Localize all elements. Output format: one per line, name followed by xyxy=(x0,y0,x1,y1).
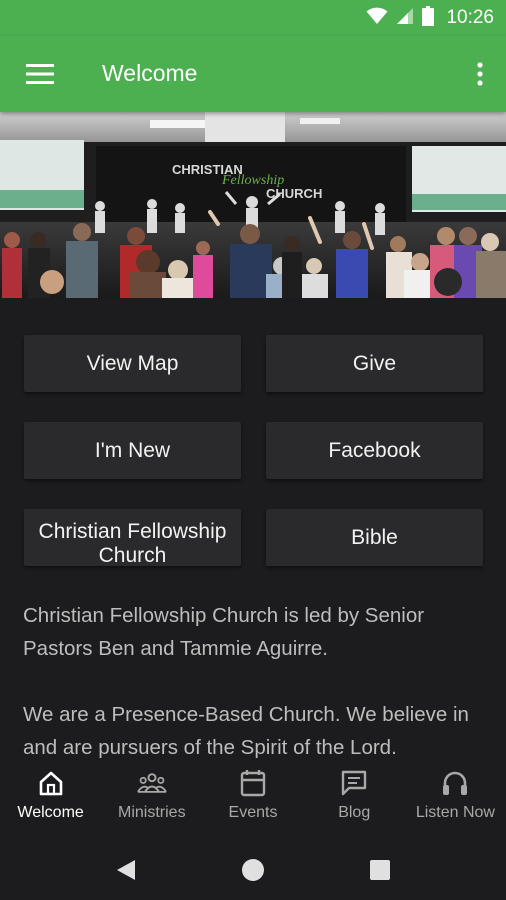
recents-icon[interactable] xyxy=(364,854,396,886)
nav-item-welcome[interactable]: Welcome xyxy=(0,764,101,840)
calendar-icon xyxy=(238,768,268,798)
app-bar: Welcome xyxy=(0,36,506,112)
nav-label: Blog xyxy=(338,804,371,821)
headphones-icon xyxy=(440,768,470,798)
nav-item-listen-now[interactable]: Listen Now xyxy=(405,764,506,840)
cell-signal-icon xyxy=(396,7,414,30)
status-time: 10:26 xyxy=(446,7,494,28)
system-navigation-bar xyxy=(0,840,506,900)
church-info-button[interactable]: Christian Fellowship Church xyxy=(24,509,241,566)
people-icon xyxy=(136,768,167,798)
nav-item-blog[interactable]: Blog xyxy=(304,764,405,840)
facebook-button[interactable]: Facebook xyxy=(266,422,483,479)
hero-image: CHRISTIAN Fellowship CHURCH xyxy=(0,112,506,298)
nav-label: Events xyxy=(228,804,278,821)
nav-item-events[interactable]: Events xyxy=(202,764,303,840)
description-paragraph: We are a Presence-Based Church. We belie… xyxy=(23,703,469,759)
chat-bubble-icon xyxy=(339,768,369,798)
nav-label: Ministries xyxy=(118,804,186,821)
more-vert-icon[interactable] xyxy=(468,58,492,90)
main-content: View Map Give I'm New Facebook Christian… xyxy=(0,298,506,764)
give-button[interactable]: Give xyxy=(266,335,483,392)
home-icon xyxy=(36,768,66,798)
view-map-button[interactable]: View Map xyxy=(24,335,241,392)
nav-item-ministries[interactable]: Ministries xyxy=(101,764,202,840)
back-icon[interactable] xyxy=(110,854,142,886)
hamburger-menu-icon[interactable] xyxy=(20,58,60,90)
wifi-icon xyxy=(366,7,388,30)
nav-label: Listen Now xyxy=(415,804,495,821)
bottom-navigation: Welcome Ministries Events Blog Listen No… xyxy=(0,764,506,840)
status-bar: 10:26 xyxy=(0,0,506,36)
home-circle-icon[interactable] xyxy=(237,854,269,886)
page-title: Welcome xyxy=(102,60,198,86)
nav-label: Welcome xyxy=(17,804,84,821)
battery-icon xyxy=(422,5,435,31)
description-paragraph: Christian Fellowship Church is led by Se… xyxy=(23,604,425,660)
im-new-button[interactable]: I'm New xyxy=(24,422,241,479)
bible-button[interactable]: Bible xyxy=(266,509,483,566)
status-icons: 10:26 xyxy=(366,5,494,31)
